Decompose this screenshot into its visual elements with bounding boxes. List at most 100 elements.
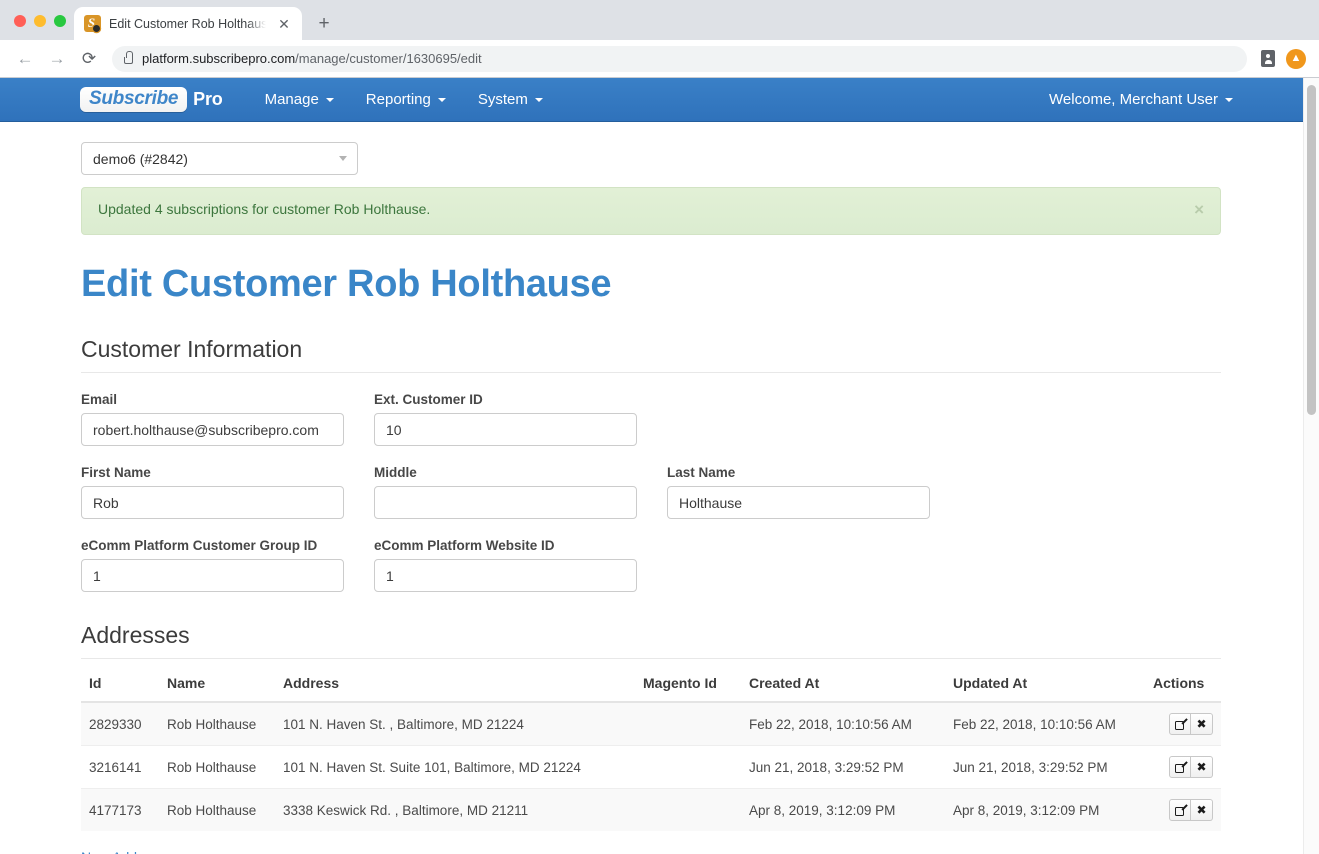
cell-magento-id bbox=[635, 788, 741, 831]
cell-actions: ✖ bbox=[1145, 702, 1221, 746]
column-header-updated-at[interactable]: Updated At bbox=[945, 675, 1145, 703]
maximize-window-button[interactable] bbox=[54, 15, 66, 27]
environment-select-wrapper: demo6 (#2842) bbox=[81, 142, 358, 175]
app-navbar: Subscribe Pro Manage Reporting System We… bbox=[0, 78, 1303, 122]
nav-item-system[interactable]: System bbox=[462, 78, 559, 122]
brand-logo[interactable]: Subscribe Pro bbox=[80, 87, 223, 112]
ext-customer-id-field[interactable]: 10 bbox=[374, 413, 637, 446]
nav-item-reporting-label: Reporting bbox=[365, 91, 431, 108]
forward-button[interactable]: → bbox=[42, 44, 72, 74]
cell-id: 2829330 bbox=[81, 702, 159, 746]
edit-pencil-square-icon bbox=[1174, 803, 1188, 816]
email-field[interactable]: robert.holthause@subscribepro.com bbox=[81, 413, 344, 446]
ecomm-website-id-label: eComm Platform Website ID bbox=[374, 538, 555, 553]
email-value: robert.holthause@subscribepro.com bbox=[93, 421, 319, 438]
favicon-subscribe-pro-icon: S bbox=[84, 15, 101, 32]
cell-id: 3216141 bbox=[81, 745, 159, 789]
cell-updated-at: Feb 22, 2018, 10:10:56 AM bbox=[945, 702, 1145, 746]
table-header-row: Id Name Address Magento Id Created At Up… bbox=[81, 675, 1221, 703]
cell-id: 4177173 bbox=[81, 788, 159, 831]
close-alert-button[interactable]: × bbox=[1194, 201, 1204, 218]
gear-icon bbox=[93, 25, 100, 32]
delete-address-button[interactable]: ✖ bbox=[1191, 756, 1213, 778]
minimize-window-button[interactable] bbox=[34, 15, 46, 27]
contact-card-icon[interactable] bbox=[1255, 46, 1281, 72]
address-bar[interactable]: platform.subscribepro.com/manage/custome… bbox=[112, 45, 1247, 72]
cell-actions: ✖ bbox=[1145, 788, 1221, 831]
environment-select-value: demo6 (#2842) bbox=[93, 150, 188, 167]
column-header-id[interactable]: Id bbox=[81, 675, 159, 703]
ecomm-customer-group-id-value: 1 bbox=[93, 567, 101, 584]
brand-name: Subscribe bbox=[80, 87, 188, 112]
last-name-field[interactable]: Holthause bbox=[667, 486, 930, 519]
environment-select[interactable]: demo6 (#2842) bbox=[81, 142, 358, 175]
cell-magento-id bbox=[635, 702, 741, 746]
ext-customer-id-field-group: Ext. Customer ID 10 bbox=[374, 392, 637, 446]
back-button[interactable]: ← bbox=[10, 44, 40, 74]
cell-address: 101 N. Haven St. Suite 101, Baltimore, M… bbox=[275, 745, 635, 789]
cell-created-at: Apr 8, 2019, 3:12:09 PM bbox=[741, 788, 945, 831]
middle-name-field[interactable] bbox=[374, 486, 637, 519]
edit-pencil-square-icon bbox=[1174, 717, 1188, 730]
edit-address-button[interactable] bbox=[1169, 799, 1191, 821]
close-tab-button[interactable]: ✕ bbox=[274, 14, 294, 34]
edit-address-button[interactable] bbox=[1169, 713, 1191, 735]
ecomm-website-id-field-group: eComm Platform Website ID 1 bbox=[374, 538, 637, 592]
column-header-magento-id[interactable]: Magento Id bbox=[635, 675, 741, 703]
url-domain: platform.subscribepro.com bbox=[142, 51, 296, 66]
close-window-button[interactable] bbox=[14, 15, 26, 27]
page-viewport: Subscribe Pro Manage Reporting System We… bbox=[0, 78, 1319, 854]
ecomm-website-id-value: 1 bbox=[386, 567, 394, 584]
edit-address-button[interactable] bbox=[1169, 756, 1191, 778]
addresses-table-head: Id Name Address Magento Id Created At Up… bbox=[81, 675, 1221, 703]
cell-created-at: Jun 21, 2018, 3:29:52 PM bbox=[741, 745, 945, 789]
addresses-table-body: 2829330 Rob Holthause 101 N. Haven St. ,… bbox=[81, 702, 1221, 831]
last-name-field-group: Last Name Holthause bbox=[667, 465, 930, 519]
url-path: /manage/customer/1630695/edit bbox=[295, 51, 482, 66]
first-name-value: Rob bbox=[93, 494, 119, 511]
success-alert: Updated 4 subscriptions for customer Rob… bbox=[81, 187, 1221, 235]
first-name-field-group: First Name Rob bbox=[81, 465, 344, 519]
form-row-3: eComm Platform Customer Group ID 1 eComm… bbox=[81, 538, 1221, 592]
column-header-actions: Actions bbox=[1145, 675, 1221, 703]
page-scrollbar-thumb[interactable] bbox=[1307, 85, 1316, 415]
cell-created-at: Feb 22, 2018, 10:10:56 AM bbox=[741, 702, 945, 746]
chevron-down-icon bbox=[437, 97, 446, 102]
cell-name: Rob Holthause bbox=[159, 788, 275, 831]
ecomm-website-id-field[interactable]: 1 bbox=[374, 559, 637, 592]
edit-pencil-square-icon bbox=[1174, 760, 1188, 773]
user-menu-label: Welcome, Merchant User bbox=[1049, 91, 1218, 108]
page-scrollbar[interactable] bbox=[1303, 78, 1319, 854]
first-name-field[interactable]: Rob bbox=[81, 486, 344, 519]
tab-title: Edit Customer Rob Holthause | bbox=[109, 16, 266, 31]
user-menu[interactable]: Welcome, Merchant User bbox=[1033, 78, 1303, 122]
cell-name: Rob Holthause bbox=[159, 702, 275, 746]
cell-updated-at: Apr 8, 2019, 3:12:09 PM bbox=[945, 788, 1145, 831]
new-address-link[interactable]: New Address bbox=[81, 849, 163, 854]
form-row-1: Email robert.holthause@subscribepro.com … bbox=[81, 392, 1221, 446]
chevron-down-icon bbox=[1225, 97, 1233, 102]
chevron-down-icon bbox=[325, 97, 334, 102]
browser-tab[interactable]: S Edit Customer Rob Holthause | ✕ bbox=[74, 7, 302, 40]
reload-button[interactable]: ⟳ bbox=[74, 44, 104, 74]
delete-address-button[interactable]: ✖ bbox=[1191, 713, 1213, 735]
chevron-down-icon bbox=[339, 156, 347, 161]
nav-item-manage-label: Manage bbox=[264, 91, 319, 108]
column-header-created-at[interactable]: Created At bbox=[741, 675, 945, 703]
customer-information-heading: Customer Information bbox=[81, 336, 1221, 373]
column-header-address[interactable]: Address bbox=[275, 675, 635, 703]
column-header-name[interactable]: Name bbox=[159, 675, 275, 703]
browser-tabstrip: S Edit Customer Rob Holthause | ✕ + bbox=[0, 0, 1319, 40]
new-tab-button[interactable]: + bbox=[310, 9, 338, 37]
nav-item-reporting[interactable]: Reporting bbox=[350, 78, 462, 122]
cell-address: 101 N. Haven St. , Baltimore, MD 21224 bbox=[275, 702, 635, 746]
ecomm-customer-group-id-field[interactable]: 1 bbox=[81, 559, 344, 592]
last-name-label: Last Name bbox=[667, 465, 736, 480]
table-row: 3216141 Rob Holthause 101 N. Haven St. S… bbox=[81, 745, 1221, 789]
email-field-group: Email robert.holthause@subscribepro.com bbox=[81, 392, 344, 446]
nav-item-manage[interactable]: Manage bbox=[249, 78, 350, 122]
delete-address-button[interactable]: ✖ bbox=[1191, 799, 1213, 821]
profile-avatar-icon[interactable]: ▲ bbox=[1283, 46, 1309, 72]
cell-actions: ✖ bbox=[1145, 745, 1221, 789]
form-row-2: First Name Rob Middle Last Name Holthaus… bbox=[81, 465, 1221, 519]
